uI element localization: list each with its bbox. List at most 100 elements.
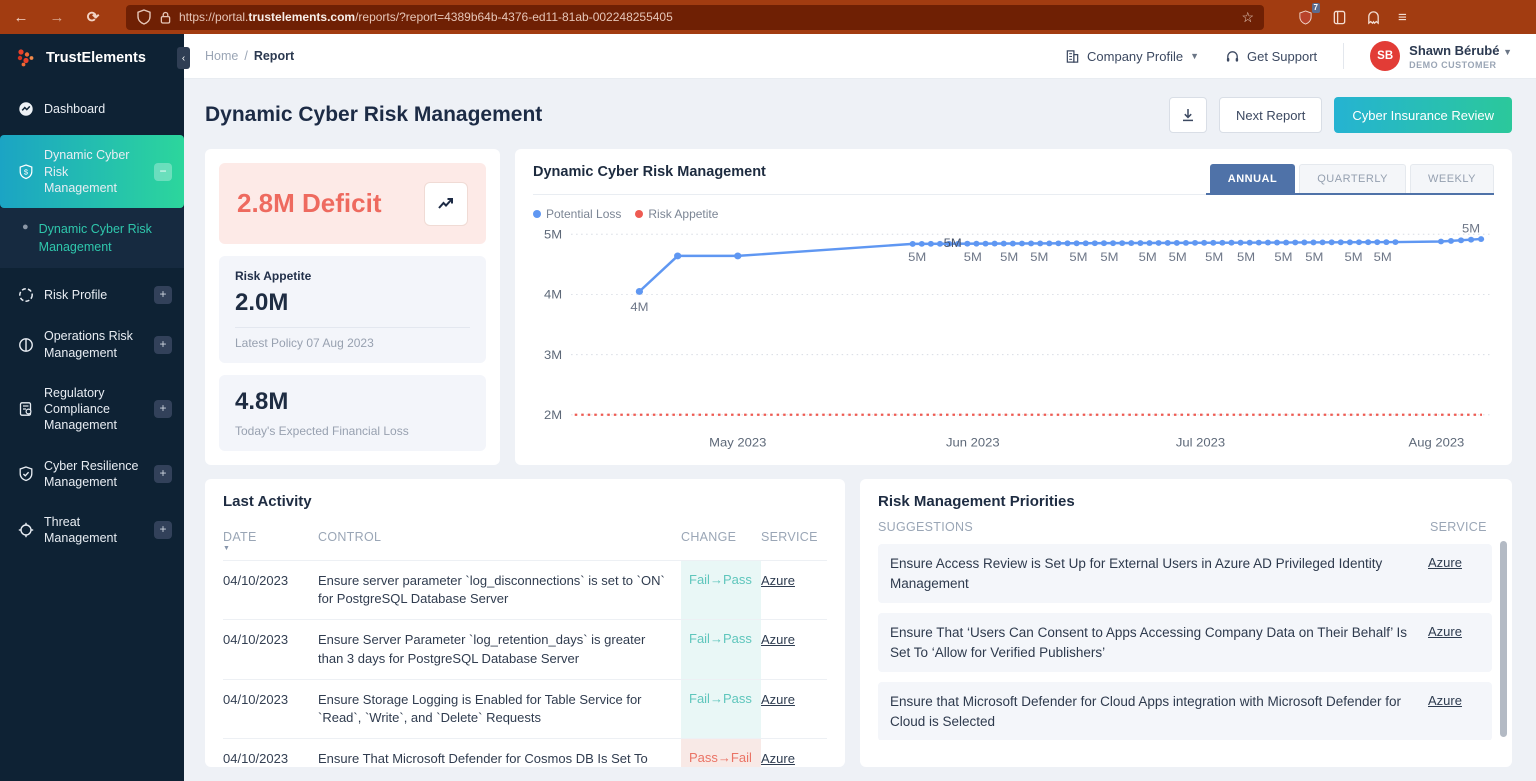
risk-appetite-value: 2.0M: [235, 289, 470, 317]
sidebar-subitem-dynamic-cyber-risk[interactable]: ● Dynamic Cyber Risk Management: [0, 208, 184, 268]
svg-text:5M: 5M: [1030, 250, 1048, 264]
building-icon: [1065, 49, 1080, 64]
svg-text:5M: 5M: [908, 250, 926, 264]
trend-up-icon: [436, 194, 456, 214]
scrollbar-thumb[interactable]: [1500, 541, 1507, 737]
expand-group-icon[interactable]: +: [154, 400, 172, 418]
bookmark-star-icon[interactable]: ☆: [1241, 9, 1254, 26]
priority-suggestion: Ensure that Microsoft Defender for Cloud…: [890, 692, 1428, 731]
sidebar: TrustElements Dashboard $ Dynamic Cyber …: [0, 34, 184, 781]
activity-date: 04/10/2023: [223, 560, 318, 619]
expand-group-icon[interactable]: +: [154, 521, 172, 539]
cyber-insurance-review-button[interactable]: Cyber Insurance Review: [1334, 97, 1512, 133]
sidebar-item-dashboard[interactable]: Dashboard: [0, 89, 184, 129]
expected-loss-card: 4.8M Today's Expected Financial Loss: [219, 375, 486, 451]
chart-title: Dynamic Cyber Risk Management: [533, 164, 766, 194]
svg-text:5M: 5M: [1274, 250, 1292, 264]
legend-potential-loss[interactable]: Potential Loss: [533, 207, 621, 221]
shield-permissions-icon[interactable]: [136, 9, 152, 25]
svg-text:5M: 5M: [1344, 250, 1362, 264]
activity-change-badge: Fail→Pass: [681, 619, 761, 678]
service-link[interactable]: Azure: [1428, 624, 1462, 639]
trustelements-logo-icon: [14, 47, 38, 69]
legend-risk-appetite[interactable]: Risk Appetite: [635, 207, 718, 221]
risk-appetite-card: Risk Appetite 2.0M Latest Policy 07 Aug …: [219, 256, 486, 363]
download-report-button[interactable]: [1169, 97, 1207, 133]
next-report-button[interactable]: Next Report: [1219, 97, 1322, 133]
sidebar-item-regulatory-compliance[interactable]: Regulatory Compliance Management +: [0, 373, 184, 446]
trend-button[interactable]: [424, 182, 468, 226]
svg-text:Jun 2023: Jun 2023: [946, 436, 1000, 450]
extension-icons: 7 ≡: [1296, 8, 1407, 26]
column-header-service: SERVICE: [761, 518, 827, 560]
url-bar[interactable]: https://portal.trustelements.com/reports…: [126, 5, 1264, 30]
svg-text:5M: 5M: [1305, 250, 1323, 264]
priority-suggestion: Ensure That ‘Users Can Consent to Apps A…: [890, 623, 1428, 662]
svg-text:4M: 4M: [630, 300, 648, 314]
chevron-down-icon: ▼: [1503, 47, 1512, 57]
svg-text:3M: 3M: [544, 348, 562, 362]
sidebar-collapse-button[interactable]: ‹: [177, 47, 190, 69]
svg-text:Aug 2023: Aug 2023: [1409, 436, 1465, 450]
forward-icon[interactable]: →: [46, 9, 68, 26]
menu-icon[interactable]: ≡: [1398, 9, 1407, 26]
get-support-link[interactable]: Get Support: [1225, 49, 1317, 64]
service-link[interactable]: Azure: [1428, 693, 1462, 708]
user-menu[interactable]: SB Shawn Bérubé ▼ DEMO CUSTOMER: [1370, 41, 1512, 71]
brand-logo[interactable]: TrustElements: [0, 34, 184, 81]
ghost-extension-icon[interactable]: [1364, 8, 1382, 26]
svg-text:2M: 2M: [544, 408, 562, 422]
security-extension-icon[interactable]: 7: [1296, 8, 1314, 26]
expand-group-icon[interactable]: +: [154, 286, 172, 304]
sidebar-item-risk-profile[interactable]: Risk Profile +: [0, 274, 184, 316]
collapse-group-icon[interactable]: −: [154, 163, 172, 181]
sort-desc-icon: ▼: [223, 545, 318, 552]
download-icon: [1180, 107, 1196, 123]
reader-extension-icon[interactable]: [1330, 8, 1348, 26]
service-link[interactable]: Azure: [761, 751, 795, 766]
service-link[interactable]: Azure: [761, 573, 795, 588]
risk-profile-icon: [18, 287, 34, 303]
activity-date: 04/10/2023: [223, 619, 318, 678]
company-profile-menu[interactable]: Company Profile ▼: [1065, 49, 1199, 64]
svg-text:5M: 5M: [964, 250, 982, 264]
column-header-suggestions: SUGGESTIONS: [878, 520, 1430, 534]
sidebar-item-cyber-resilience[interactable]: Cyber Resilience Management +: [0, 446, 184, 503]
svg-text:5M: 5M: [544, 228, 562, 242]
tab-weekly[interactable]: WEEKLY: [1410, 164, 1494, 193]
priority-row: Ensure That ‘Users Can Consent to Apps A…: [878, 613, 1492, 672]
chart-legend: Potential Loss Risk Appetite: [533, 195, 1494, 223]
regulatory-compliance-icon: [18, 401, 34, 417]
svg-text:5M: 5M: [1374, 250, 1392, 264]
activity-date: 04/10/2023: [223, 679, 318, 738]
tab-annual[interactable]: ANNUAL: [1210, 164, 1295, 193]
avatar: SB: [1370, 41, 1400, 71]
breadcrumb-current: Report: [254, 49, 294, 63]
tab-quarterly[interactable]: QUARTERLY: [1299, 164, 1406, 193]
last-activity-table: DATE▼ CONTROL CHANGE SERVICE 04/10/2023 …: [223, 518, 827, 767]
column-header-date[interactable]: DATE▼: [223, 518, 318, 560]
divider: [235, 327, 470, 328]
sidebar-item-threat-management[interactable]: Threat Management +: [0, 502, 184, 559]
priorities-title: Risk Management Priorities: [878, 493, 1492, 510]
user-name: Shawn Bérubé ▼: [1409, 43, 1512, 58]
activity-service: Azure: [761, 560, 827, 619]
headset-icon: [1225, 49, 1240, 64]
brand-name: TrustElements: [46, 50, 146, 66]
service-link[interactable]: Azure: [761, 692, 795, 707]
chevron-down-icon: ▼: [1190, 51, 1199, 61]
back-icon[interactable]: ←: [10, 9, 32, 26]
expand-group-icon[interactable]: +: [154, 465, 172, 483]
expand-group-icon[interactable]: +: [154, 336, 172, 354]
cyber-resilience-icon: [18, 466, 34, 482]
breadcrumb-home-link[interactable]: Home: [205, 49, 238, 63]
deficit-card: 2.8M Deficit: [219, 163, 486, 244]
sidebar-item-dynamic-cyber-risk[interactable]: $ Dynamic Cyber Risk Management −: [0, 135, 184, 208]
chart-period-tabs: ANNUAL QUARTERLY WEEKLY: [1206, 164, 1494, 195]
activity-service: Azure: [761, 738, 827, 767]
service-link[interactable]: Azure: [761, 632, 795, 647]
service-link[interactable]: Azure: [1428, 555, 1462, 570]
reload-icon[interactable]: ⟳: [82, 8, 104, 26]
user-role: DEMO CUSTOMER: [1409, 60, 1512, 70]
sidebar-item-operations-risk[interactable]: Operations Risk Management +: [0, 316, 184, 373]
